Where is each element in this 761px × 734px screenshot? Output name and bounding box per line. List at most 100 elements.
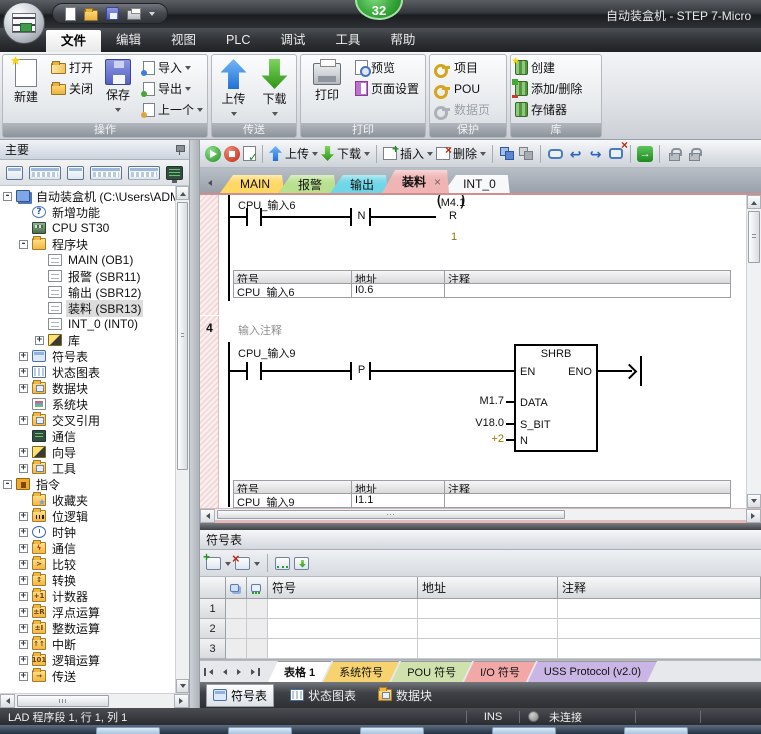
tree-item[interactable]: + 数据块: [0, 380, 175, 396]
editor-tab[interactable]: 报警 ×: [278, 175, 336, 193]
compile-icon[interactable]: [243, 146, 256, 161]
tree-item[interactable]: + 101 逻辑运算: [0, 652, 175, 668]
sheet-tab[interactable]: USS Protocol (v2.0): [528, 661, 657, 682]
import-button[interactable]: 导入: [141, 57, 205, 78]
tree-expander[interactable]: +: [19, 368, 28, 377]
tree-expander[interactable]: +: [19, 640, 28, 649]
app-menu-button[interactable]: [3, 2, 45, 44]
clear-bookmarks-icon[interactable]: [609, 148, 623, 159]
tree-item[interactable]: 装料 (SBR13): [0, 300, 175, 316]
library-memory-button[interactable]: 存储器: [513, 99, 584, 120]
tree-item[interactable]: + 工具: [0, 460, 175, 476]
scroll-right-button[interactable]: [746, 509, 761, 523]
contact-icon[interactable]: [246, 208, 248, 226]
open-folder-icon[interactable]: [84, 10, 98, 21]
editor-tab[interactable]: 输出 ×: [330, 175, 388, 193]
tree-expander[interactable]: +: [19, 592, 28, 601]
tree-item[interactable]: MAIN (OB1): [0, 252, 175, 268]
next-bookmark-icon[interactable]: ↪: [587, 145, 604, 162]
taskbar-button[interactable]: [96, 727, 160, 734]
tree-expander[interactable]: +: [19, 448, 28, 457]
run-icon[interactable]: [205, 146, 221, 162]
taskbar-button[interactable]: [228, 727, 292, 734]
toggle-bookmark-icon[interactable]: [548, 149, 563, 159]
pause-status-icon[interactable]: [518, 146, 534, 161]
new-button[interactable]: 新建: [5, 57, 47, 105]
symbol-cell[interactable]: [268, 599, 418, 619]
menu-item[interactable]: 调试: [265, 28, 320, 52]
insert-button[interactable]: 插入: [383, 145, 433, 162]
tree-item[interactable]: 通信: [0, 428, 175, 444]
dock-tab[interactable]: 符号表: [206, 684, 274, 707]
menu-item[interactable]: 文件: [46, 30, 101, 52]
tree-expander[interactable]: +: [19, 464, 28, 473]
tree-item[interactable]: + ↕ 转换: [0, 572, 175, 588]
editor-horizontal-scrollbar[interactable]: [200, 508, 761, 523]
upload-toolbar-button[interactable]: 上传: [269, 145, 318, 162]
taskbar-button[interactable]: [624, 727, 688, 734]
lock-icon[interactable]: [669, 153, 680, 161]
menu-item[interactable]: 编辑: [101, 28, 156, 52]
cross-reference-view-icon[interactable]: [128, 166, 160, 180]
tree-item[interactable]: - 自动装盒机 (C:\Users\ADMI: [0, 188, 175, 204]
comment-cell[interactable]: [558, 639, 761, 659]
open-button[interactable]: 打开: [49, 57, 95, 78]
tree-item[interactable]: + ↑↑ 中断: [0, 636, 175, 652]
sheet-tab[interactable]: I/O 符号: [464, 661, 536, 682]
symbol-table-view-icon[interactable]: [6, 166, 23, 180]
tree-item[interactable]: - 程序块: [0, 236, 175, 252]
tree-expander[interactable]: +: [19, 576, 28, 585]
scrollbar-thumb[interactable]: [17, 695, 109, 707]
download-toolbar-button[interactable]: 下载: [321, 145, 370, 162]
preview-button[interactable]: 预览: [353, 57, 421, 78]
scroll-down-button[interactable]: [747, 494, 761, 508]
program-status-icon[interactable]: [499, 146, 515, 161]
tree-item[interactable]: + ±R 浮点运算: [0, 604, 175, 620]
protect-project-button[interactable]: 项目: [432, 57, 492, 78]
tree-expander[interactable]: +: [19, 544, 28, 553]
download-button[interactable]: 下载: [255, 57, 294, 119]
library-create-button[interactable]: 创建: [513, 57, 584, 78]
tree-expander[interactable]: +: [19, 672, 28, 681]
tree-item[interactable]: + 状态图表: [0, 364, 175, 380]
scroll-right-button[interactable]: [174, 694, 189, 708]
menu-item[interactable]: 帮助: [375, 28, 430, 52]
address-cell[interactable]: [418, 639, 558, 659]
data-block-view-icon[interactable]: [67, 166, 84, 180]
tree-item[interactable]: INT_0 (INT0): [0, 316, 175, 332]
print-icon[interactable]: [127, 10, 141, 20]
close-button[interactable]: 关闭: [49, 78, 95, 99]
comment-cell[interactable]: [558, 619, 761, 639]
vertical-splitter[interactable]: [190, 140, 200, 708]
network-comment[interactable]: 输入注释: [238, 322, 282, 338]
address-cell[interactable]: [418, 619, 558, 639]
tree-item[interactable]: 输出 (SBR12): [0, 284, 175, 300]
sheet-tab[interactable]: 系统符号: [323, 661, 399, 682]
tree-item[interactable]: + 时钟: [0, 524, 175, 540]
block-input-operand[interactable]: M1.7: [440, 395, 504, 407]
tree-item[interactable]: + 符号表: [0, 348, 175, 364]
dock-tab[interactable]: 数据块: [372, 685, 438, 706]
add-table-icon[interactable]: [206, 557, 221, 570]
customize-toolbar-dropdown-icon[interactable]: [149, 12, 155, 19]
negative-transition-contact-icon[interactable]: [350, 208, 352, 226]
horizontal-splitter[interactable]: [200, 523, 761, 530]
tree-item[interactable]: CPU ST30: [0, 220, 175, 236]
tree-expander[interactable]: +: [19, 352, 28, 361]
taskbar-button[interactable]: [492, 727, 556, 734]
save-button[interactable]: 保存: [97, 57, 139, 115]
scrollbar-thumb[interactable]: [217, 510, 565, 519]
tree-expander[interactable]: +: [19, 528, 28, 537]
goto-icon[interactable]: →: [637, 146, 653, 162]
status-chart-view-icon[interactable]: [29, 166, 61, 180]
tab-scroll-left-icon[interactable]: [202, 175, 216, 191]
tree-expander[interactable]: +: [19, 384, 28, 393]
scroll-down-button[interactable]: [176, 679, 189, 693]
new-document-icon[interactable]: [65, 7, 76, 21]
contact-icon[interactable]: [246, 362, 248, 380]
tree-item[interactable]: + 交叉引用: [0, 412, 175, 428]
menu-item[interactable]: PLC: [211, 28, 265, 52]
tree-item[interactable]: 报警 (SBR11): [0, 268, 175, 284]
tab-close-icon[interactable]: ×: [434, 175, 441, 189]
tree-item[interactable]: + +1 计数器: [0, 588, 175, 604]
